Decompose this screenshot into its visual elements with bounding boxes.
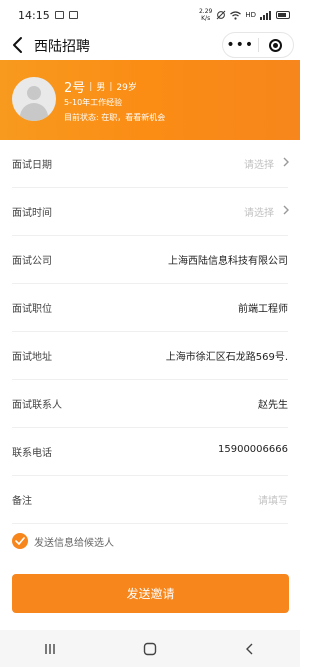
network-hd-label: HD xyxy=(245,11,256,19)
interview-time-row[interactable]: 面试时间 请选择 xyxy=(0,188,300,236)
candidate-status: 目前状态: 在职，看看新机会 xyxy=(64,113,166,122)
app-notification-icon xyxy=(68,11,78,19)
network-speed-unit: K/s xyxy=(201,15,211,22)
interview-date-row[interactable]: 面试日期 请选择 xyxy=(0,140,300,188)
battery-icon xyxy=(276,11,290,19)
row-label: 面试职位 xyxy=(12,304,52,315)
notify-candidate-label: 发送信息给候选人 xyxy=(34,537,114,549)
interview-position-row: 面试职位 前端工程师 xyxy=(0,284,300,332)
candidate-age: 29岁 xyxy=(116,83,137,93)
row-label: 面试时间 xyxy=(12,208,52,219)
status-right: 2.29 K/s HD xyxy=(199,8,290,22)
home-button[interactable] xyxy=(130,634,170,664)
row-label: 备注 xyxy=(12,496,32,507)
home-icon xyxy=(143,642,157,655)
close-miniprogram-button[interactable] xyxy=(258,33,293,57)
contact-phone-value: 15900006666 xyxy=(218,444,288,455)
avatar-body xyxy=(20,103,48,121)
more-menu-button[interactable]: ••• xyxy=(223,33,258,57)
interview-contact-row: 面试联系人 赵先生 xyxy=(0,380,300,428)
candidate-name: 2号 xyxy=(64,81,86,96)
interview-contact-value: 赵先生 xyxy=(258,400,288,411)
candidate-experience: 5-10年工作经验 xyxy=(64,98,123,107)
row-divider xyxy=(12,523,288,524)
separator: | xyxy=(89,81,93,92)
gallery-notification-icon xyxy=(54,11,64,19)
chevron-right-icon xyxy=(283,157,289,167)
check-icon[interactable] xyxy=(12,533,28,549)
network-speed: 2.29 K/s xyxy=(199,8,212,22)
separator: | xyxy=(109,81,113,92)
row-label: 面试联系人 xyxy=(12,400,62,411)
interview-company-value: 上海西陆信息科技有限公司 xyxy=(168,256,288,267)
interview-address-value: 上海市徐汇区石龙路569号. xyxy=(165,352,288,363)
recents-icon xyxy=(45,643,55,654)
remarks-input[interactable]: 请填写 xyxy=(258,492,288,507)
back-nav-icon xyxy=(246,643,253,654)
nav-bar: 西陆招聘 ••• xyxy=(0,30,300,60)
row-label: 面试公司 xyxy=(12,256,52,267)
page-title: 西陆招聘 xyxy=(34,39,90,55)
network-speed-value: 2.29 xyxy=(198,8,213,15)
interview-time-picker[interactable]: 请选择 xyxy=(244,204,274,219)
miniprogram-capsule: ••• xyxy=(222,32,294,58)
status-time: 14:15 xyxy=(18,8,50,22)
interview-position-value: 前端工程师 xyxy=(238,304,288,315)
remarks-row[interactable]: 备注 请填写 xyxy=(0,476,300,524)
interview-date-picker[interactable]: 请选择 xyxy=(244,156,274,171)
contact-phone-row: 联系电话 15900006666 xyxy=(0,428,300,476)
row-label: 面试地址 xyxy=(12,352,52,363)
row-label: 联系电话 xyxy=(12,448,52,459)
system-nav-bar xyxy=(0,630,300,667)
candidate-name-line: 2号 | 男 | 29岁 xyxy=(64,77,137,96)
row-label: 面试日期 xyxy=(12,160,52,171)
avatar-head xyxy=(27,86,41,100)
send-invitation-button[interactable]: 发送邀请 xyxy=(12,574,289,613)
notify-candidate-checkbox[interactable]: 发送信息给候选人 xyxy=(12,533,114,549)
interview-company-row: 面试公司 上海西陆信息科技有限公司 xyxy=(0,236,300,284)
interview-address-row: 面试地址 上海市徐汇区石龙路569号. xyxy=(0,332,300,380)
wifi-icon xyxy=(230,10,242,20)
candidate-gender: 男 xyxy=(96,83,106,93)
system-back-button[interactable] xyxy=(230,634,270,664)
status-left: 14:15 xyxy=(18,9,78,22)
status-bar: 14:15 2.29 K/s HD xyxy=(0,0,300,30)
alarm-off-icon xyxy=(216,10,226,20)
avatar xyxy=(12,77,56,121)
back-icon[interactable] xyxy=(10,35,28,55)
chevron-right-icon xyxy=(283,205,289,215)
target-icon xyxy=(269,38,283,52)
recents-button[interactable] xyxy=(30,634,70,664)
signal-icon xyxy=(260,10,271,20)
candidate-header: 2号 | 男 | 29岁 5-10年工作经验 目前状态: 在职，看看新机会 xyxy=(0,60,300,140)
